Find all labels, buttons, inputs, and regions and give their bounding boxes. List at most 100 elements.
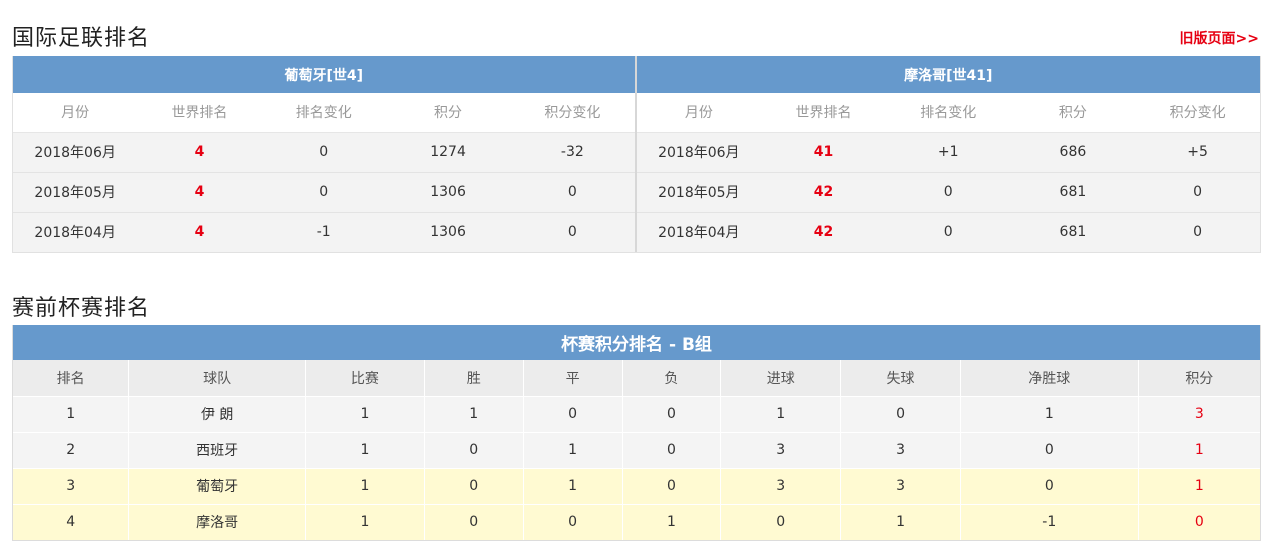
table-header-row: 排名 球队 比赛 胜 平 负 进球 失球 净胜球 积分 [13, 360, 1260, 396]
cell-goals-against: 3 [840, 431, 961, 468]
cell-rank-change: 0 [261, 172, 386, 213]
cell-goals-for: 3 [720, 467, 842, 504]
cell-month: 2018年06月 [636, 132, 762, 173]
cell-played: 1 [305, 503, 425, 540]
cell-world-rank: 41 [761, 132, 886, 173]
cell-points: 681 [1010, 212, 1136, 252]
cell-month: 2018年04月 [13, 212, 138, 252]
team-block-portugal: 葡萄牙[世4] 月份 世界排名 排名变化 积分 积分变化 2018年06月 4 … [13, 56, 637, 252]
table-row: 2018年05月 4 0 1306 0 [13, 172, 635, 213]
cell-rank: 4 [13, 503, 130, 540]
cell-won: 0 [424, 503, 524, 540]
team-header: 摩洛哥[世41] [636, 56, 1260, 93]
col-drawn: 平 [523, 360, 623, 396]
col-goals-against: 失球 [840, 360, 961, 396]
cell-world-rank: 4 [137, 132, 262, 173]
cell-team[interactable]: 西班牙 [128, 431, 307, 468]
cell-points: 686 [1010, 132, 1136, 173]
table-row: 2018年04月 4 -1 1306 0 [13, 212, 635, 252]
table-header-row: 月份 世界排名 排名变化 积分 积分变化 [13, 93, 635, 133]
cell-goals-against: 1 [840, 503, 961, 540]
cell-goals-against: 0 [840, 395, 961, 432]
cell-team[interactable]: 葡萄牙 [128, 467, 307, 504]
cell-points: 1 [1138, 431, 1260, 468]
cell-month: 2018年06月 [13, 132, 138, 173]
cell-rank: 2 [13, 431, 130, 468]
cell-points-change: 0 [1135, 172, 1260, 213]
cell-points-change: 0 [510, 172, 635, 213]
cell-points: 1306 [385, 172, 511, 213]
cell-goals-against: 3 [840, 467, 961, 504]
cup-ranking-title: 赛前杯赛排名 [12, 296, 151, 321]
table-row-highlighted: 3 葡萄牙 1 0 1 0 3 3 0 1 [13, 467, 1260, 504]
cell-world-rank: 4 [137, 172, 262, 213]
cell-points-change: 0 [510, 212, 635, 252]
cell-goal-diff: -1 [960, 503, 1139, 540]
cell-goals-for: 0 [720, 503, 842, 540]
col-won: 胜 [424, 360, 524, 396]
col-points: 积分 [1138, 360, 1260, 396]
col-rank-change: 排名变化 [261, 93, 386, 133]
old-version-link[interactable]: 旧版页面>> [1180, 28, 1259, 48]
team-header: 葡萄牙[世4] [13, 56, 635, 93]
cell-month: 2018年05月 [636, 172, 762, 213]
cell-month: 2018年04月 [636, 212, 762, 252]
col-points: 积分 [385, 93, 511, 133]
cell-won: 0 [424, 467, 524, 504]
cell-won: 0 [424, 431, 524, 468]
cell-drawn: 0 [523, 503, 623, 540]
col-goal-diff: 净胜球 [960, 360, 1139, 396]
col-points-change: 积分变化 [1135, 93, 1260, 133]
col-world-rank: 世界排名 [761, 93, 886, 133]
col-month: 月份 [636, 93, 762, 133]
cell-points: 3 [1138, 395, 1260, 432]
cell-rank: 1 [13, 395, 130, 432]
col-points-change: 积分变化 [510, 93, 635, 133]
col-rank: 排名 [13, 360, 130, 396]
cell-drawn: 0 [523, 395, 623, 432]
cell-lost: 0 [622, 395, 722, 432]
cell-goal-diff: 0 [960, 431, 1139, 468]
col-world-rank: 世界排名 [137, 93, 262, 133]
cell-goals-for: 3 [720, 431, 842, 468]
table-row: 1 伊 朗 1 1 0 0 1 0 1 3 [13, 395, 1260, 432]
col-team: 球队 [128, 360, 307, 396]
cup-standings-table: 排名 球队 比赛 胜 平 负 进球 失球 净胜球 积分 1 伊 朗 1 1 0 … [13, 360, 1260, 540]
cell-month: 2018年05月 [13, 172, 138, 213]
cell-won: 1 [424, 395, 524, 432]
col-goals-for: 进球 [720, 360, 842, 396]
cell-goal-diff: 0 [960, 467, 1139, 504]
cup-table-header: 杯赛积分排名 - B组 [13, 325, 1260, 360]
cell-points: 1 [1138, 467, 1260, 504]
table-row: 2018年05月 42 0 681 0 [636, 172, 1260, 213]
cell-lost: 1 [622, 503, 722, 540]
cell-rank-change: -1 [261, 212, 386, 252]
cell-points-change: 0 [1135, 212, 1260, 252]
table-row: 2018年06月 41 +1 686 +5 [636, 132, 1260, 173]
team-block-morocco: 摩洛哥[世41] 月份 世界排名 排名变化 积分 积分变化 2018年06月 4… [636, 56, 1260, 252]
col-points: 积分 [1010, 93, 1136, 133]
col-played: 比赛 [305, 360, 425, 396]
cell-points: 0 [1138, 503, 1260, 540]
table-row: 2018年04月 42 0 681 0 [636, 212, 1260, 252]
cup-ranking-panel: 杯赛积分排名 - B组 排名 球队 比赛 胜 平 负 进球 失球 净胜球 积分 … [12, 325, 1261, 541]
cell-world-rank: 42 [761, 212, 886, 252]
cell-team[interactable]: 伊 朗 [128, 395, 307, 432]
cell-rank: 3 [13, 467, 130, 504]
table-row: 2 西班牙 1 0 1 0 3 3 0 1 [13, 431, 1260, 468]
cell-points: 1274 [385, 132, 511, 173]
cell-drawn: 1 [523, 431, 623, 468]
table-row-highlighted: 4 摩洛哥 1 0 0 1 0 1 -1 0 [13, 503, 1260, 540]
cell-points-change: -32 [510, 132, 635, 173]
cell-played: 1 [305, 431, 425, 468]
cell-rank-change: 0 [885, 172, 1011, 213]
cell-goals-for: 1 [720, 395, 842, 432]
col-rank-change: 排名变化 [885, 93, 1011, 133]
cell-lost: 0 [622, 431, 722, 468]
cell-points: 1306 [385, 212, 511, 252]
cell-team[interactable]: 摩洛哥 [128, 503, 307, 540]
cell-goal-diff: 1 [960, 395, 1139, 432]
cell-rank-change: 0 [261, 132, 386, 173]
cell-world-rank: 42 [761, 172, 886, 213]
table-row: 2018年06月 4 0 1274 -32 [13, 132, 635, 173]
